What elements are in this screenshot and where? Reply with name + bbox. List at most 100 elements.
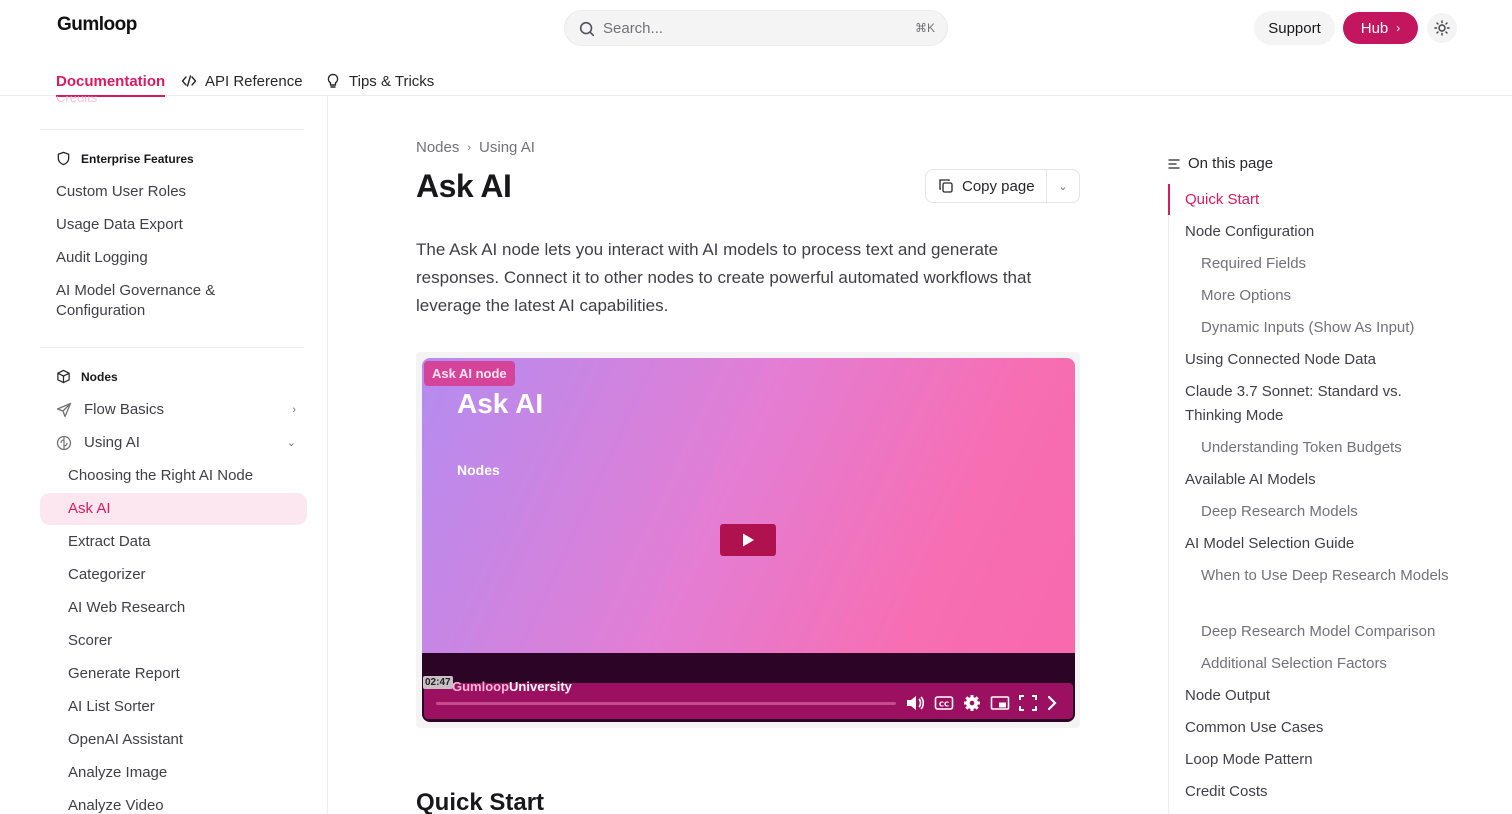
- breadcrumb: Nodes › Using AI: [416, 139, 535, 156]
- search-shortcut: ⌘K: [914, 21, 935, 35]
- send-icon: [56, 402, 72, 417]
- sidebar-item-analyze-image[interactable]: Analyze Image: [68, 764, 167, 781]
- sun-icon: [1434, 20, 1450, 36]
- section-heading-quick-start: Quick Start: [416, 789, 545, 814]
- intro-paragraph: The Ask AI node lets you interact with A…: [416, 240, 1032, 315]
- support-button[interactable]: Support: [1254, 11, 1335, 45]
- video-tag: Ask AI node: [424, 361, 515, 386]
- sidebar: Credits Enterprise Features Custom User …: [0, 96, 328, 814]
- hub-button-label: Hub: [1360, 19, 1389, 37]
- sidebar-group-label: Flow Basics: [84, 401, 165, 418]
- sidebar-item-choosing-ai-node[interactable]: Choosing the Right AI Node: [68, 467, 253, 484]
- toc-item[interactable]: Deep Research Model Comparison: [1201, 620, 1451, 644]
- sidebar-item-faded[interactable]: Credits: [56, 96, 97, 105]
- toc-item[interactable]: More Options: [1201, 284, 1451, 308]
- hub-button[interactable]: Hub ›: [1343, 12, 1418, 44]
- fullscreen-icon[interactable]: [1018, 694, 1038, 712]
- settings-gear-icon[interactable]: [962, 694, 982, 712]
- sidebar-item-ask-ai[interactable]: Ask AI: [68, 500, 111, 517]
- search-placeholder: Search...: [603, 20, 664, 37]
- brain-icon: [56, 435, 72, 450]
- toc-item[interactable]: Deep Research Models: [1201, 500, 1451, 524]
- copy-options-dropdown[interactable]: ⌄: [1047, 180, 1079, 193]
- toc-item[interactable]: Credit Costs: [1185, 780, 1445, 804]
- video-title: Ask AI: [457, 388, 544, 419]
- toc-heading: On this page: [1168, 155, 1273, 172]
- play-icon: [743, 533, 754, 547]
- sidebar-item-ai-model-governance[interactable]: AI Model Governance & Configuration: [56, 281, 306, 321]
- chevron-right-icon: ›: [292, 403, 296, 416]
- sidebar-item-ai-web-research[interactable]: AI Web Research: [68, 599, 185, 616]
- top-bar: Gumloop Search... ⌘K Support Hub ›: [0, 0, 1512, 56]
- breadcrumb-item[interactable]: Using AI: [479, 139, 535, 156]
- toc-item[interactable]: When to Use Deep Research Models: [1201, 564, 1451, 588]
- breadcrumb-item[interactable]: Nodes: [416, 139, 459, 156]
- sidebar-heading-nodes: Nodes: [56, 369, 118, 384]
- sidebar-item-extract-data[interactable]: Extract Data: [68, 533, 151, 550]
- captions-icon[interactable]: CC: [934, 694, 954, 712]
- sidebar-item-ai-list-sorter[interactable]: AI List Sorter: [68, 698, 155, 715]
- tab-tips-tricks[interactable]: Tips & Tricks: [325, 66, 434, 96]
- svg-text:CC: CC: [939, 701, 949, 709]
- chevron-right-icon: ›: [467, 141, 472, 154]
- sidebar-group-using-ai[interactable]: Using AI ⌄: [56, 434, 300, 451]
- toc-item[interactable]: Using Connected Node Data: [1185, 348, 1445, 372]
- tab-label: API Reference: [205, 72, 303, 90]
- video-progress-bar[interactable]: [436, 702, 896, 705]
- sidebar-heading-enterprise: Enterprise Features: [56, 151, 194, 166]
- play-button[interactable]: [720, 524, 776, 556]
- copy-icon: [939, 179, 953, 193]
- toc-item[interactable]: Quick Start: [1185, 188, 1445, 212]
- sidebar-item-openai-assistant[interactable]: OpenAI Assistant: [68, 731, 183, 748]
- toc-item[interactable]: Node Configuration: [1185, 220, 1445, 244]
- toc-item[interactable]: Common Use Cases: [1185, 716, 1445, 740]
- sidebar-item-categorizer[interactable]: Categorizer: [68, 566, 146, 583]
- cube-icon: [57, 369, 70, 384]
- chevron-down-icon: ⌄: [1058, 180, 1068, 193]
- video-brand: GumloopUniversity: [452, 679, 572, 694]
- toc-item[interactable]: Dynamic Inputs (Show As Input): [1201, 316, 1451, 340]
- sidebar-item-scorer[interactable]: Scorer: [68, 632, 112, 649]
- toc-item[interactable]: Available AI Models: [1185, 468, 1445, 492]
- search-icon: [579, 21, 595, 37]
- sidebar-item-analyze-video[interactable]: Analyze Video: [68, 797, 164, 814]
- lightbulb-icon: [327, 73, 339, 88]
- toc-item[interactable]: Understanding Token Budgets: [1201, 436, 1451, 460]
- sidebar-item-usage-data-export[interactable]: Usage Data Export: [56, 215, 306, 235]
- divider: [40, 347, 304, 348]
- toc-item[interactable]: Node Output: [1185, 684, 1445, 708]
- toc-item[interactable]: Claude 3.7 Sonnet: Standard vs. Thinking…: [1185, 380, 1445, 428]
- video-subtitle: Nodes: [457, 462, 500, 478]
- sidebar-group-label: Using AI: [84, 434, 140, 451]
- copy-page-label: Copy page: [962, 177, 1035, 195]
- copy-page-button[interactable]: Copy page: [926, 170, 1047, 202]
- video-player[interactable]: Ask AI node Ask AI Nodes GumloopUniversi…: [422, 358, 1075, 722]
- sidebar-item-audit-logging[interactable]: Audit Logging: [56, 248, 306, 268]
- nav-tabs: Documentation API Reference Tips & Trick…: [0, 56, 1512, 97]
- sidebar-item-custom-user-roles[interactable]: Custom User Roles: [56, 182, 306, 202]
- tab-label: Tips & Tricks: [349, 72, 435, 90]
- page-title: Ask AI: [416, 168, 512, 204]
- code-icon: [181, 75, 197, 87]
- chevron-right-icon[interactable]: [1042, 694, 1062, 712]
- theme-toggle-button[interactable]: [1427, 13, 1457, 43]
- shield-icon: [57, 151, 70, 166]
- search-input[interactable]: Search... ⌘K: [564, 10, 948, 46]
- sidebar-group-flow-basics[interactable]: Flow Basics ›: [56, 401, 300, 418]
- volume-icon[interactable]: [905, 694, 925, 712]
- video-time: 02:47: [423, 676, 453, 689]
- tab-label: Documentation: [56, 72, 166, 90]
- chevron-right-icon: ›: [1396, 21, 1401, 35]
- toc-item[interactable]: AI Model Selection Guide: [1185, 532, 1445, 556]
- logo[interactable]: Gumloop: [57, 14, 137, 36]
- toc-item[interactable]: Loop Mode Pattern: [1185, 748, 1445, 772]
- tab-documentation[interactable]: Documentation: [56, 66, 166, 97]
- toc-active-indicator: [1168, 184, 1170, 215]
- toc-item[interactable]: Additional Selection Factors: [1201, 652, 1451, 676]
- copy-page-control: Copy page ⌄: [925, 169, 1080, 203]
- list-icon: [1168, 158, 1180, 169]
- tab-api-reference[interactable]: API Reference: [181, 66, 303, 96]
- sidebar-item-generate-report[interactable]: Generate Report: [68, 665, 180, 682]
- picture-in-picture-icon[interactable]: [990, 694, 1010, 712]
- toc-item[interactable]: Required Fields: [1201, 252, 1451, 276]
